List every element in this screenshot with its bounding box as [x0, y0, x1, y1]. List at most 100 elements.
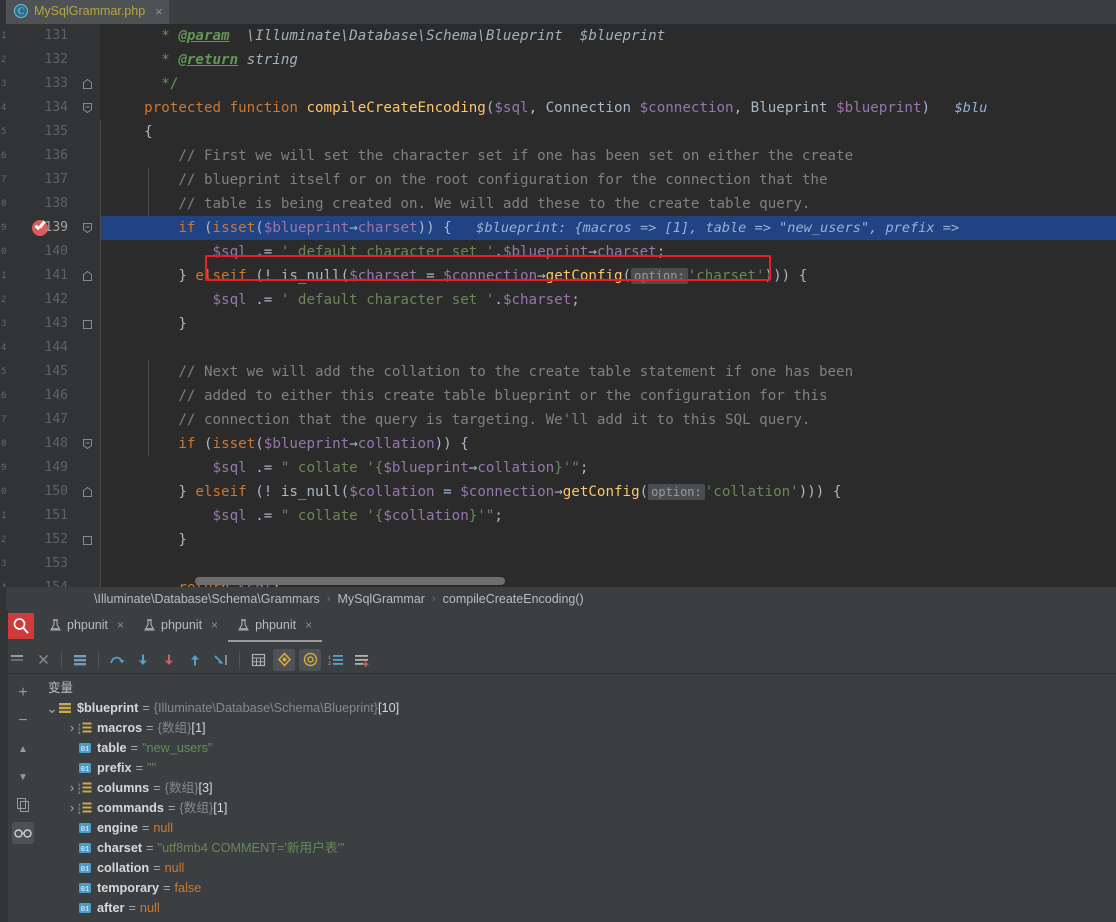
gutter-line-135[interactable]: 135 [8, 120, 100, 144]
gutter-line-154[interactable]: 154 [8, 576, 100, 587]
show-execution-point-icon[interactable] [69, 649, 91, 671]
gutter-line-132[interactable]: 132 [8, 48, 100, 72]
run-tab-0[interactable]: phpunit × [40, 610, 134, 642]
editor-tab-mysqlgrammar[interactable]: C MySqlGrammar.php × [6, 0, 169, 24]
gutter-line-153[interactable]: 153 [8, 552, 100, 576]
gutter-line-149[interactable]: 149 [8, 456, 100, 480]
search-icon[interactable] [8, 613, 34, 639]
chevron-right-icon[interactable]: › [46, 918, 58, 922]
evaluate-expression-icon[interactable] [247, 649, 269, 671]
code-line-151[interactable]: $sql .= " collate '{$collation}'"; [100, 504, 1116, 528]
gutter-line-144[interactable]: 144 [8, 336, 100, 360]
close-icon[interactable] [32, 649, 54, 671]
code-line-133[interactable]: */ [100, 72, 1116, 96]
variables-side-actions[interactable]: + − ▲ ▼ [8, 674, 38, 922]
code-line-139[interactable]: if (isset($blueprint→charset)) { $bluepr… [100, 216, 1116, 240]
variable-row[interactable]: 01 charset = "utf8mb4 COMMENT='新用户表'" [38, 838, 1116, 858]
show-types-icon[interactable]: 1 2 [325, 649, 347, 671]
gutter-line-146[interactable]: 146 [8, 384, 100, 408]
variable-row[interactable]: ⌄ $blueprint = {Illuminate\Database\Schema\… [38, 698, 1116, 718]
gutter-line-138[interactable]: 138 [8, 192, 100, 216]
code-line-148[interactable]: if (isset($blueprint→collation)) { [100, 432, 1116, 456]
gutter-line-141[interactable]: 141 [8, 264, 100, 288]
variable-row[interactable]: 01 after = null [38, 898, 1116, 918]
editor-hscrollbar-thumb[interactable] [195, 577, 505, 585]
variable-row[interactable]: › 1 2 3 macros = {数组} [1] [38, 718, 1116, 738]
add-watch-icon[interactable] [351, 649, 373, 671]
close-icon[interactable]: × [117, 618, 124, 632]
gutter-line-139[interactable]: 139 [8, 216, 100, 240]
code-line-150[interactable]: } elseif (! is_null($collation = $connec… [100, 480, 1116, 504]
copy-value-icon[interactable] [12, 794, 34, 816]
run-tab-1[interactable]: phpunit × [134, 610, 228, 642]
chevron-right-icon[interactable]: › [66, 778, 78, 798]
chevron-down-icon[interactable]: ⌄ [46, 698, 58, 718]
code-fold-icon[interactable] [83, 271, 92, 281]
close-icon[interactable]: × [305, 618, 312, 632]
code-fold-icon[interactable] [83, 439, 92, 449]
breadcrumb-item[interactable]: \Illuminate\Database\Schema\Grammars [94, 592, 320, 606]
code-line-132[interactable]: * @return string [100, 48, 1116, 72]
breadcrumb[interactable]: \Illuminate\Database\Schema\Grammars › MyS… [0, 587, 1116, 610]
variable-row[interactable]: 01 engine = null [38, 818, 1116, 838]
close-icon[interactable]: × [155, 4, 163, 19]
variable-row[interactable]: › $connection = {Illuminate\Database\MySqlC… [38, 918, 1116, 922]
code-line-135[interactable]: { [100, 120, 1116, 144]
variable-row[interactable]: 01 collation = null [38, 858, 1116, 878]
code-line-138[interactable]: // table is being created on. We will ad… [100, 192, 1116, 216]
gutter-line-133[interactable]: 133 [8, 72, 100, 96]
debugger-toolbar[interactable]: 1 2 [0, 646, 1116, 674]
gutter-line-147[interactable]: 147 [8, 408, 100, 432]
gutter-line-148[interactable]: 148 [8, 432, 100, 456]
code-editor[interactable]: 1 2 3 4 5 6 7 8 9 0 1 2 3 4 5 6 7 8 9 0 1 2 3 4 131 132 133 134 135… [0, 24, 1116, 587]
code-line-134[interactable]: protected function compileCreateEncoding… [100, 96, 1116, 120]
breadcrumb-item[interactable]: compileCreateEncoding() [443, 592, 584, 606]
chevron-right-icon[interactable]: › [66, 798, 78, 818]
code-line-141[interactable]: } elseif (! is_null($charset = $connecti… [100, 264, 1116, 288]
gutter-line-136[interactable]: 136 [8, 144, 100, 168]
force-step-into-icon[interactable] [158, 649, 180, 671]
code-line-136[interactable]: // First we will set the character set i… [100, 144, 1116, 168]
code-line-137[interactable]: // blueprint itself or on the root confi… [100, 168, 1116, 192]
gutter-line-140[interactable]: 140 [8, 240, 100, 264]
chevron-right-icon[interactable]: › [66, 718, 78, 738]
code-fold-icon[interactable] [83, 319, 92, 329]
code-line-142[interactable]: $sql .= ' default character set '.$chars… [100, 288, 1116, 312]
code-line-146[interactable]: // added to either this create table blu… [100, 384, 1116, 408]
mute-breakpoints-icon[interactable] [299, 648, 321, 671]
move-up-icon[interactable]: ▲ [12, 738, 34, 760]
step-into-icon[interactable] [132, 649, 154, 671]
close-icon[interactable]: × [211, 618, 218, 632]
tab-variables[interactable]: 变量 [38, 677, 83, 696]
gutter-line-143[interactable]: 143 [8, 312, 100, 336]
gutter-line-151[interactable]: 151 [8, 504, 100, 528]
code-line-144[interactable] [100, 336, 1116, 360]
code-fold-icon[interactable] [83, 79, 92, 89]
variable-row[interactable]: 01 temporary = false [38, 878, 1116, 898]
run-tab-2[interactable]: phpunit × [228, 610, 323, 642]
code-line-152[interactable]: } [100, 528, 1116, 552]
variables-tab-bar[interactable]: 变量 [38, 674, 1116, 698]
code-line-140[interactable]: $sql .= ' default character set '.$bluep… [100, 240, 1116, 264]
gutter-line-137[interactable]: 137 [8, 168, 100, 192]
move-down-icon[interactable]: ▼ [12, 766, 34, 788]
gutter-line-150[interactable]: 150 [8, 480, 100, 504]
variable-row[interactable]: › 1 2 3 columns = {数组} [3] [38, 778, 1116, 798]
gutter-line-145[interactable]: 145 [8, 360, 100, 384]
code-fold-icon[interactable] [83, 223, 92, 233]
editor-hscrollbar-track[interactable] [100, 575, 1116, 587]
code-line-153[interactable] [100, 552, 1116, 576]
code-fold-icon[interactable] [83, 487, 92, 497]
code-line-131[interactable]: * @param \Illuminate\Database\Schema\Blu… [100, 24, 1116, 48]
run-to-cursor-icon[interactable] [210, 649, 232, 671]
variable-row[interactable]: › 1 2 3 commands = {数组} [1] [38, 798, 1116, 818]
code-line-143[interactable]: } [100, 312, 1116, 336]
add-watch-plus-icon[interactable]: + [12, 682, 34, 704]
hide-tabs-icon[interactable] [6, 649, 28, 671]
code-line-147[interactable]: // connection that the query is targetin… [100, 408, 1116, 432]
variable-row[interactable]: 01 prefix = "" [38, 758, 1116, 778]
step-out-icon[interactable] [184, 649, 206, 671]
gutter-line-142[interactable]: 142 [8, 288, 100, 312]
code-text-area[interactable]: * @param \Illuminate\Database\Schema\Blu… [100, 24, 1116, 587]
variables-tree[interactable]: ⌄ $blueprint = {Illuminate\Database\Schema\… [38, 698, 1116, 922]
